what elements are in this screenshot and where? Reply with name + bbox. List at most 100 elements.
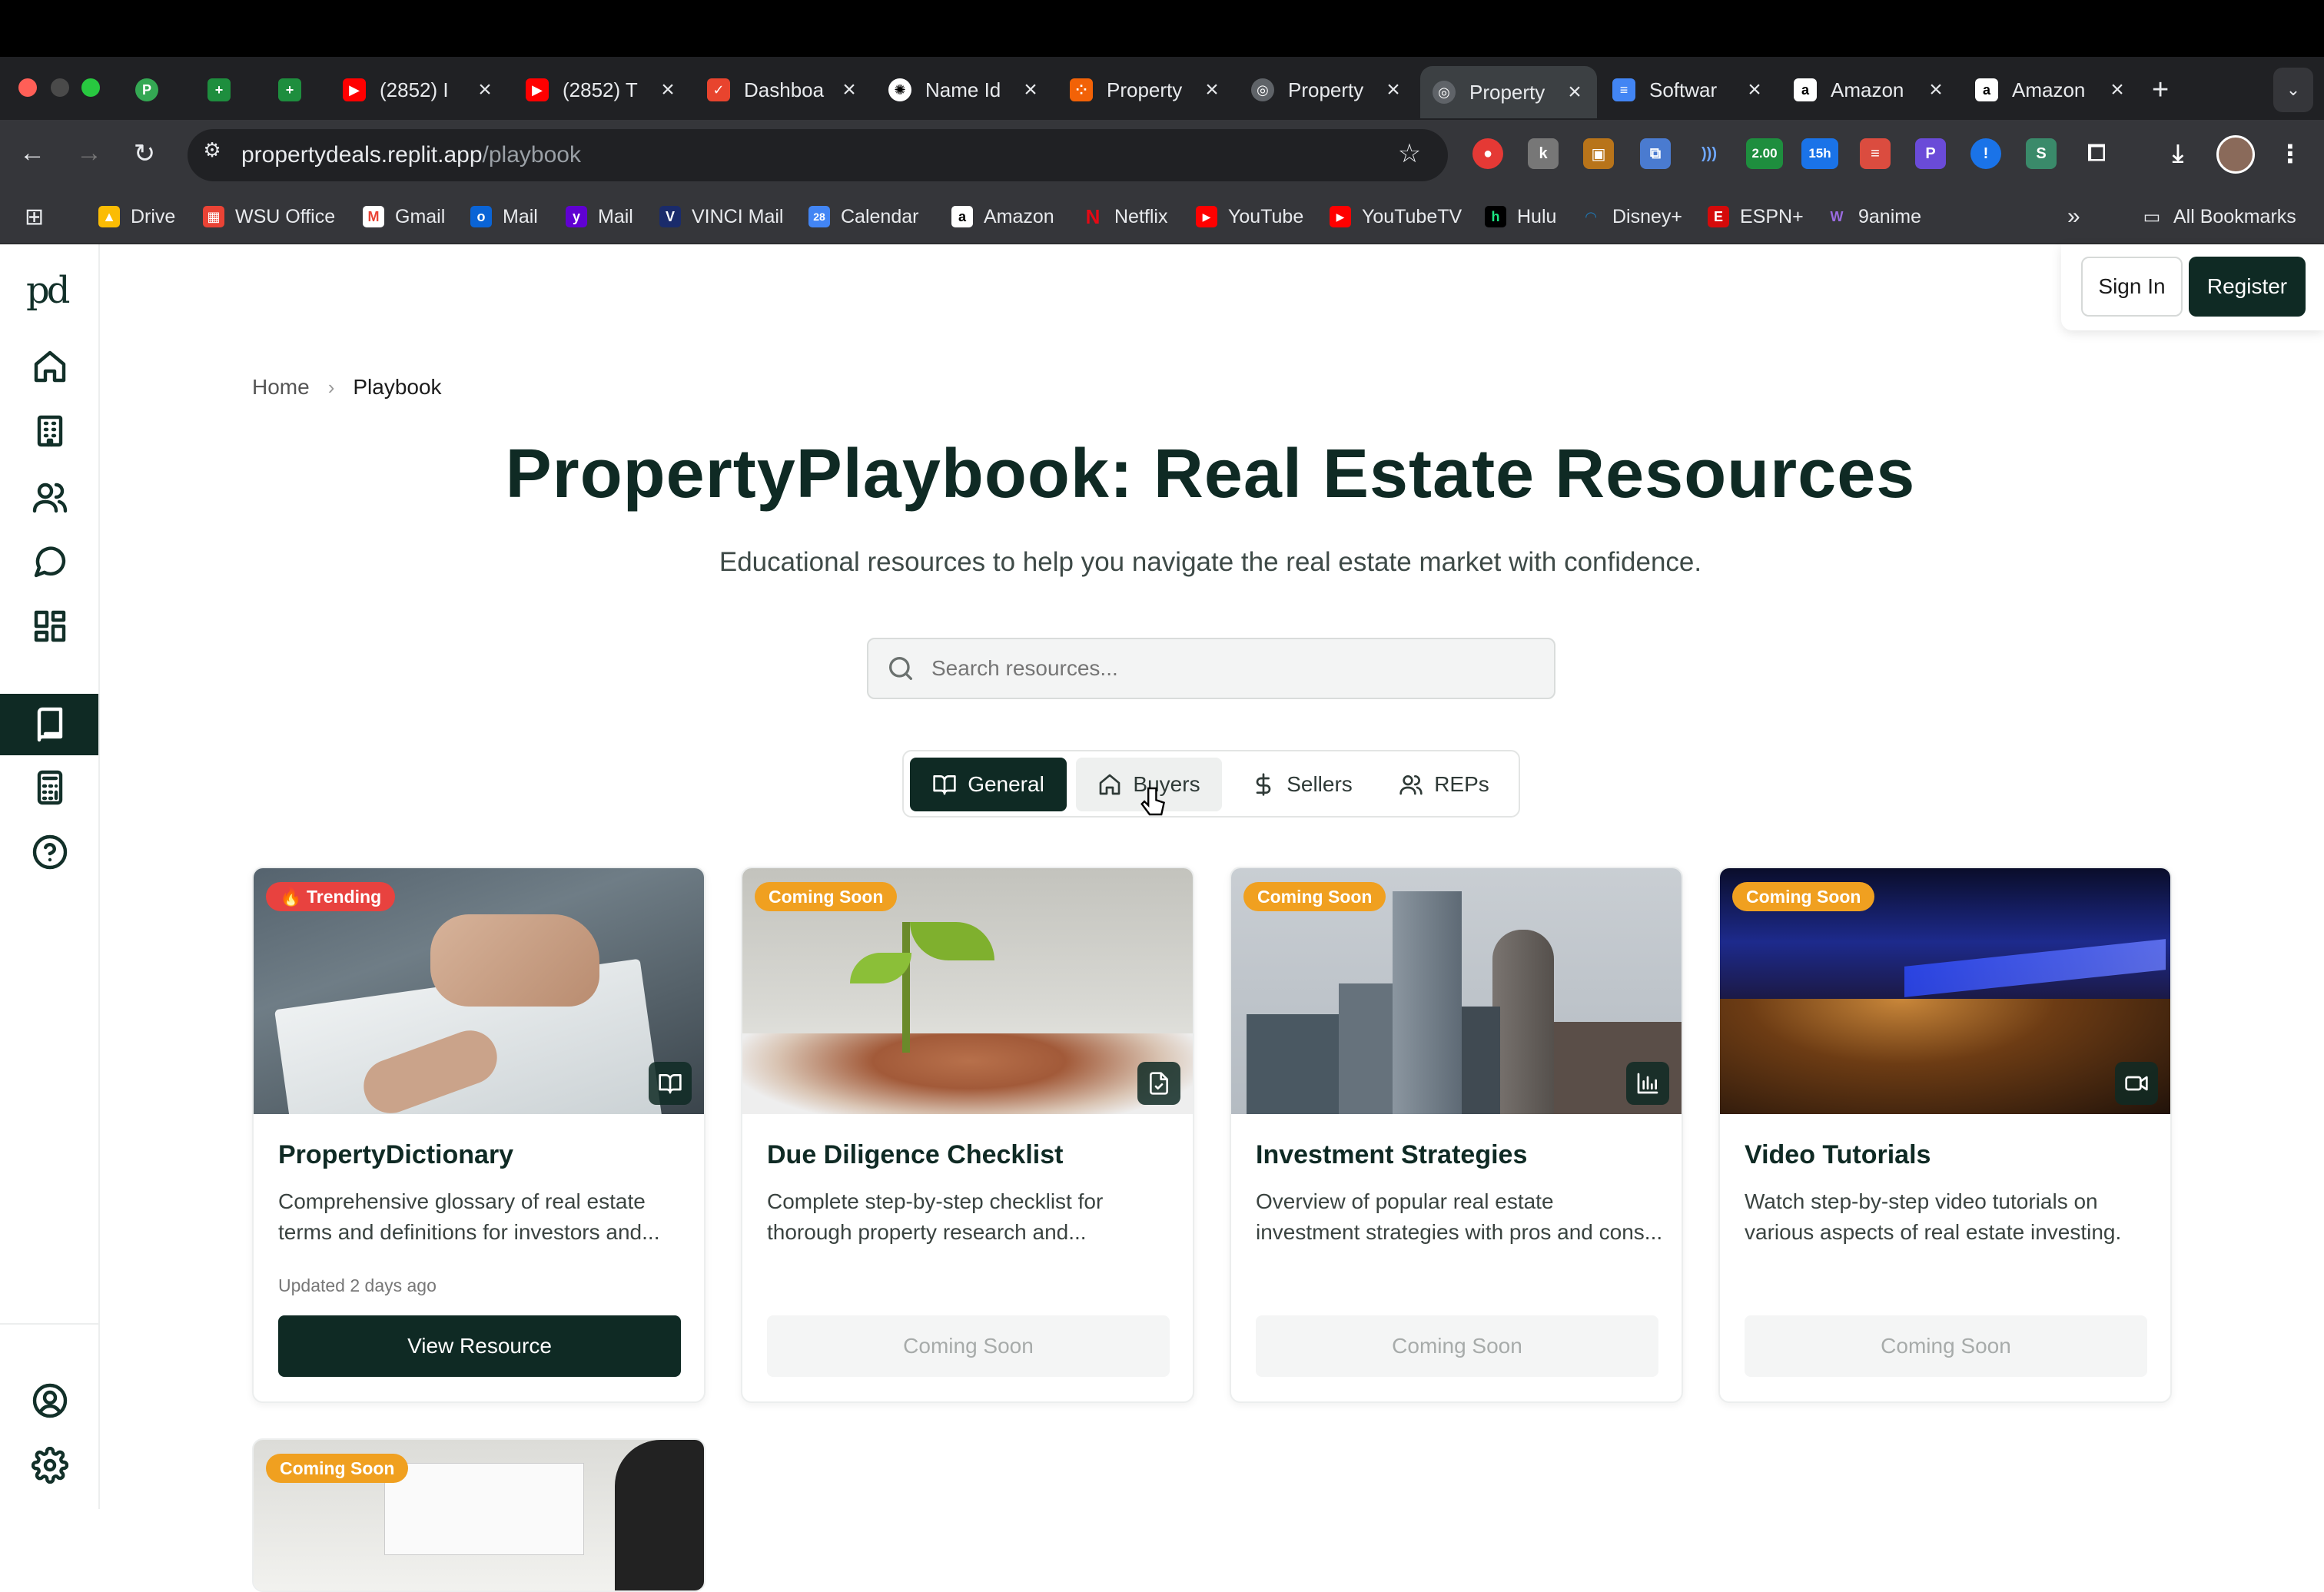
bookmark-netflix[interactable]: N Netflix — [1082, 201, 1168, 232]
extension-badge-speed[interactable]: 2.00 — [1746, 138, 1783, 169]
extension-icon-screen[interactable]: ⧉ — [1640, 138, 1671, 169]
bookmark-drive[interactable]: ▲ Drive — [98, 201, 175, 232]
document-shape — [384, 1463, 584, 1555]
breadcrumb: Home › Playbook — [252, 375, 442, 400]
bookmark-9anime[interactable]: W 9anime — [1826, 201, 1922, 232]
folder-icon: ▭ — [2143, 206, 2161, 227]
breadcrumb-home[interactable]: Home — [252, 375, 310, 400]
tab-dashboard[interactable]: ✓ Dashboa × — [707, 68, 859, 112]
url-host: propertydeals.replit.app — [241, 142, 483, 167]
tab-property-replit[interactable]: ⁘ Property × — [1070, 68, 1222, 112]
bookmark-amazon[interactable]: a Amazon — [951, 201, 1054, 232]
bookmark-calendar[interactable]: 28 Calendar — [808, 201, 918, 232]
search-input[interactable] — [867, 638, 1555, 699]
close-tab-icon[interactable]: × — [1926, 77, 1946, 103]
bookmark-wsu-office[interactable]: ▦ WSU Office — [203, 201, 335, 232]
extensions-puzzle-icon[interactable]: ⧠ — [2081, 138, 2112, 169]
home-nav[interactable] — [23, 340, 77, 393]
bookmark-yahoo-mail[interactable]: y Mail — [566, 201, 633, 232]
all-bookmarks[interactable]: ▭ All Bookmarks — [2141, 201, 2296, 232]
breadcrumb-current: Playbook — [353, 375, 442, 399]
register-button[interactable]: Register — [2189, 257, 2306, 317]
playbook-nav-active[interactable] — [0, 694, 98, 755]
tab-youtube-2[interactable]: ▶ (2852) T × — [526, 68, 678, 112]
bookmark-espn[interactable]: E ESPN+ — [1708, 201, 1804, 232]
forward-button[interactable]: → — [72, 138, 106, 168]
tab-pinned-1[interactable]: P — [135, 68, 172, 112]
playbook-nav-icon-wrap — [23, 698, 77, 751]
tab-general[interactable]: General — [910, 758, 1067, 811]
profile-avatar[interactable] — [2216, 135, 2255, 174]
type-button[interactable] — [1137, 1062, 1180, 1105]
close-tab-icon[interactable]: × — [1745, 77, 1765, 103]
type-button[interactable] — [2115, 1062, 2158, 1105]
type-button[interactable] — [649, 1062, 692, 1105]
site-info-icon[interactable]: ⚙ — [195, 138, 229, 162]
tab-sellers[interactable]: Sellers — [1240, 758, 1363, 811]
download-icon[interactable]: ⤓ — [2163, 138, 2193, 169]
bookmarks-overflow-button[interactable]: » — [2067, 201, 2080, 232]
sheets-icon: + — [208, 78, 231, 101]
close-tab-icon[interactable]: × — [1021, 77, 1041, 103]
maximize-window-button[interactable] — [81, 78, 100, 97]
dashboard-nav[interactable] — [23, 599, 77, 653]
sign-in-button[interactable]: Sign In — [2081, 257, 2183, 317]
profile-nav[interactable] — [23, 1374, 77, 1428]
type-button[interactable] — [1626, 1062, 1669, 1105]
extension-icon-red[interactable]: ● — [1472, 138, 1503, 169]
tab-property-active[interactable]: ◎ Property × — [1420, 66, 1597, 118]
tab-sellers-label: Sellers — [1286, 772, 1353, 796]
bookmark-star-icon[interactable]: ☆ — [1393, 138, 1426, 169]
tab-search-button[interactable]: ⌄ — [2273, 68, 2313, 112]
help-nav[interactable] — [23, 825, 77, 879]
tab-property-2[interactable]: ◎ Property × — [1251, 68, 1403, 112]
extension-icon-blue[interactable]: ! — [1970, 138, 2001, 169]
tab-software-doc[interactable]: ≡ Softwar × — [1612, 68, 1765, 112]
bookmark-gmail[interactable]: M Gmail — [363, 201, 445, 232]
tab-name-id[interactable]: ✺ Name Id × — [888, 68, 1041, 112]
bookmark-youtubetv[interactable]: ▶ YouTubeTV — [1330, 201, 1462, 232]
address-bar[interactable]: propertydeals.replit.app/playbook — [188, 129, 1448, 181]
app-logo[interactable]: pd — [26, 269, 70, 312]
tab-pinned-2[interactable]: + — [208, 68, 244, 112]
extension-icon-orange[interactable]: ▣ — [1583, 138, 1614, 169]
bookmark-youtube[interactable]: ▶ YouTube — [1196, 201, 1303, 232]
tab-reps[interactable]: REPs — [1379, 758, 1509, 811]
minimize-window-button[interactable] — [51, 78, 69, 97]
tab-youtube-1[interactable]: ▶ (2852) I × — [343, 68, 495, 112]
home-icon — [1100, 774, 1120, 795]
extension-icon-purple[interactable]: P — [1915, 138, 1946, 169]
reload-button[interactable]: ↻ — [128, 138, 161, 169]
leaf-shape — [910, 922, 994, 960]
tab-amazon-2[interactable]: a Amazon × — [1975, 68, 2127, 112]
close-tab-icon[interactable]: × — [1383, 77, 1403, 103]
bookmark-hulu[interactable]: h Hulu — [1485, 201, 1556, 232]
new-tab-button[interactable]: + — [2152, 68, 2169, 112]
close-tab-icon[interactable]: × — [658, 77, 678, 103]
close-tab-icon[interactable]: × — [839, 77, 859, 103]
bookmark-vinci-mail[interactable]: V VINCI Mail — [659, 201, 783, 232]
yahoo-icon: y — [566, 206, 587, 227]
extension-icon-wave[interactable]: ))) — [1694, 138, 1725, 169]
trending-badge: 🔥 Trending — [266, 882, 396, 911]
back-button[interactable]: ← — [15, 138, 49, 168]
calculator-nav[interactable] — [23, 761, 77, 814]
tab-pinned-3[interactable]: + — [278, 68, 315, 112]
extension-icon-gray[interactable]: k — [1528, 138, 1559, 169]
browser-menu-icon[interactable]: ⋮ — [2275, 138, 2306, 169]
view-resource-button[interactable]: View Resource — [278, 1315, 681, 1377]
close-tab-icon[interactable]: × — [475, 77, 495, 103]
tab-amazon-1[interactable]: a Amazon × — [1794, 68, 1946, 112]
bookmark-outlook-mail[interactable]: o Mail — [470, 201, 538, 232]
close-tab-icon[interactable]: × — [1202, 77, 1222, 103]
close-tab-icon[interactable]: × — [1565, 79, 1585, 105]
apps-grid-icon[interactable]: ⊞ — [25, 201, 44, 232]
extension-badge-time[interactable]: 15h — [1801, 138, 1838, 169]
settings-nav[interactable] — [23, 1438, 77, 1492]
extension-icon-s[interactable]: S — [2026, 138, 2057, 169]
extension-icon-todoist[interactable]: ≡ — [1860, 138, 1891, 169]
bookmark-disney[interactable]: ◠ Disney+ — [1580, 201, 1682, 232]
tab-reps-label: REPs — [1434, 772, 1489, 796]
close-tab-icon[interactable]: × — [2107, 77, 2127, 103]
close-window-button[interactable] — [18, 78, 37, 97]
